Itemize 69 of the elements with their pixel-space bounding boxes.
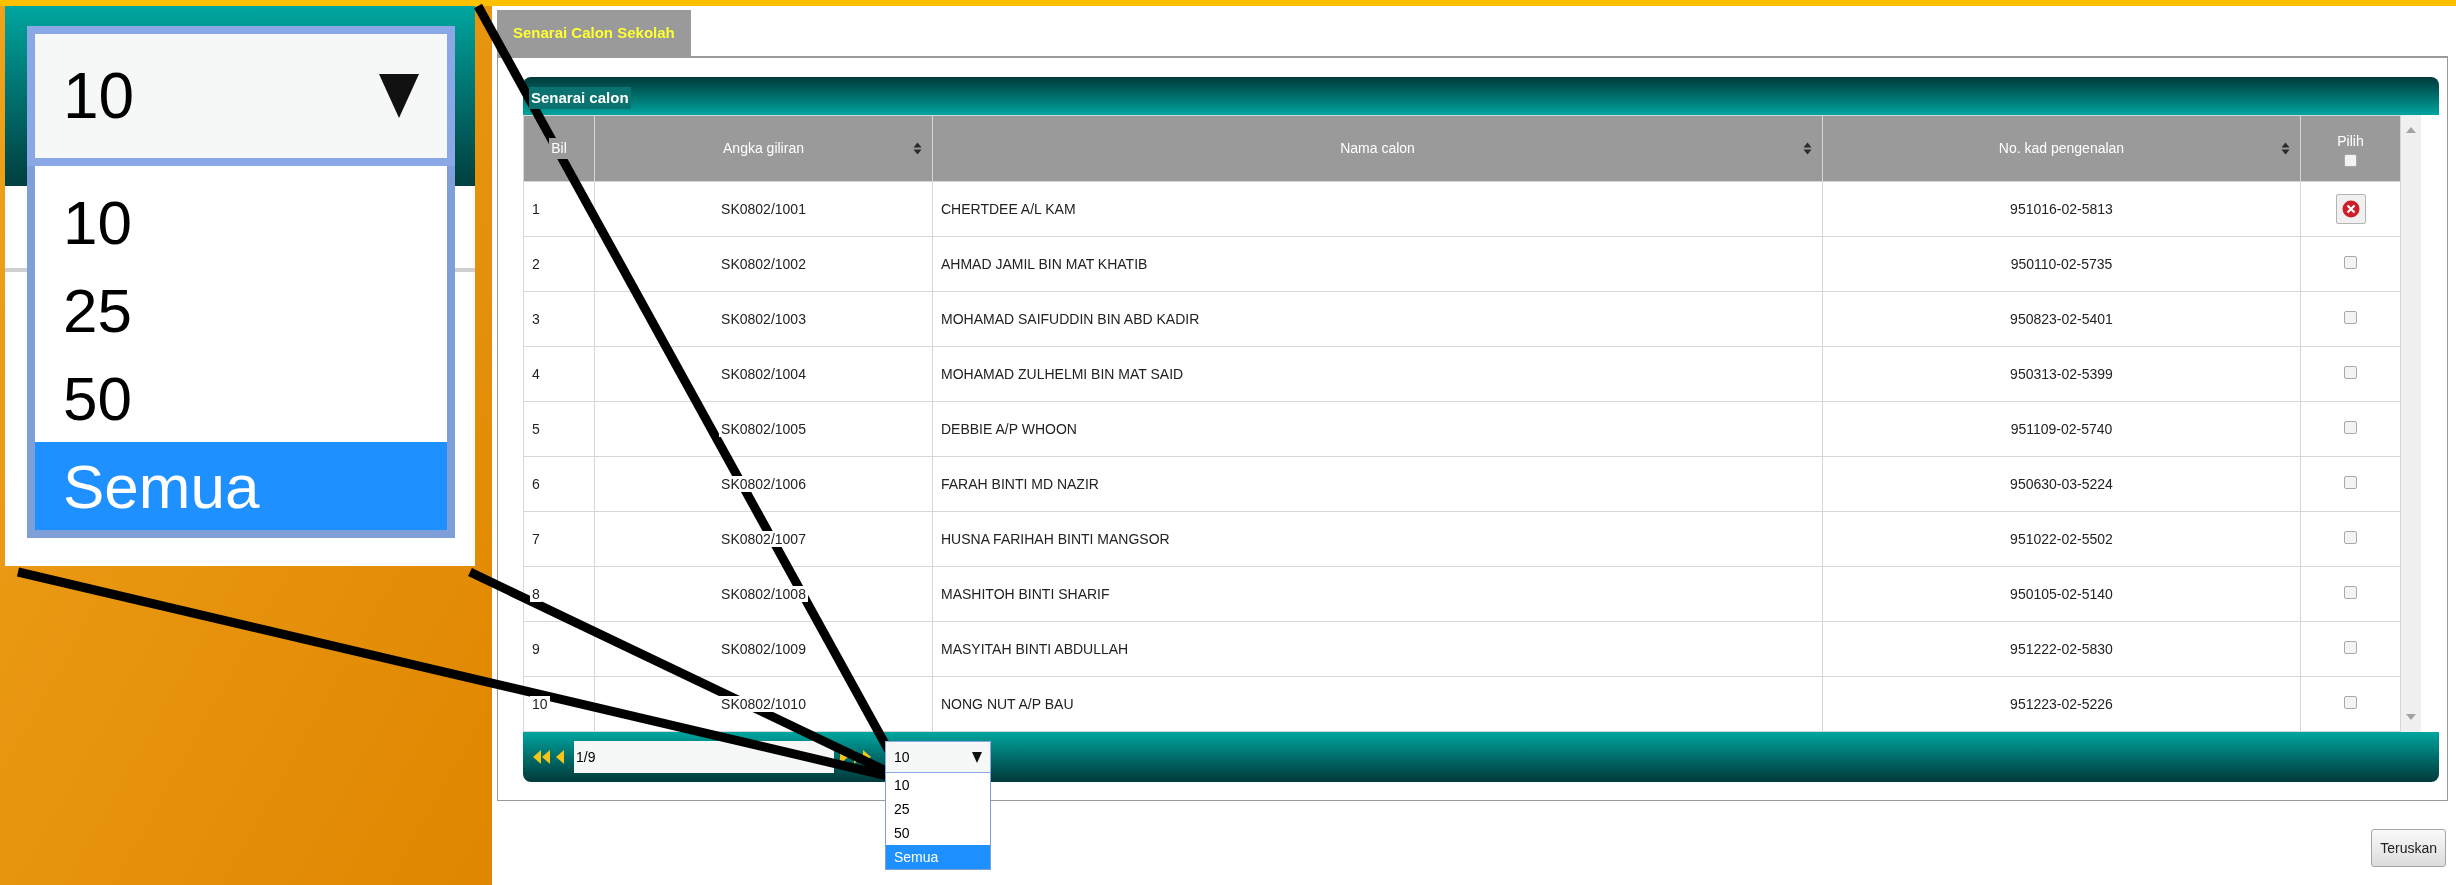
table-cell: SK0802/1002 — [594, 236, 933, 292]
table-cell: 951016-02-5813 — [1822, 181, 2301, 237]
table-cell: 951222-02-5830 — [1822, 621, 2301, 677]
column-label: Nama calon — [1338, 138, 1417, 159]
table-cell: 951022-02-5502 — [1822, 511, 2301, 567]
table-cell: 950823-02-5401 — [1822, 291, 2301, 347]
table-cell: DEBBIE A/P WHOON — [932, 401, 1823, 457]
checkbox[interactable] — [2344, 640, 2357, 654]
table-cell: SK0802/1005 — [594, 401, 933, 457]
table-cell: MOHAMAD SAIFUDDIN BIN ABD KADIR — [932, 291, 1823, 347]
table-cell: SK0802/1003 — [594, 291, 933, 347]
checkbox[interactable] — [2344, 475, 2357, 489]
column-label: No. kad pengenalan — [1996, 138, 2127, 159]
table-cell: SK0802/1006 — [594, 456, 933, 512]
close-icon — [2341, 200, 2360, 218]
table-cell: 10 — [523, 676, 595, 732]
table-cell: MASHITOH BINTI SHARIF — [932, 566, 1823, 622]
table-cell: MOHAMAD ZULHELMI BIN MAT SAID — [932, 346, 1823, 402]
table-cell: 2 — [523, 236, 595, 292]
checkbox[interactable] — [2344, 420, 2357, 434]
table-cell: SK0802/1010 — [594, 676, 933, 732]
table-cell: SK0802/1004 — [594, 346, 933, 402]
table-cell: 950110-02-5735 — [1822, 236, 2301, 292]
table-cell: 1 — [523, 181, 595, 237]
checkbox[interactable] — [2344, 585, 2357, 599]
table-cell: 4 — [523, 346, 595, 402]
checkbox[interactable] — [2344, 310, 2357, 324]
page-size-select[interactable]: 10 — [885, 741, 991, 773]
column-label: Bil — [549, 138, 569, 159]
table-cell: 950313-02-5399 — [1822, 346, 2301, 402]
remove-button[interactable] — [2335, 194, 2366, 224]
caret-icon — [972, 751, 982, 763]
table-cell: CHERTDEE A/L KAM — [932, 181, 1823, 237]
table-cell: AHMAD JAMIL BIN MAT KHATIB — [932, 236, 1823, 292]
checkbox[interactable] — [2344, 153, 2357, 167]
table-cell: 9 — [523, 621, 595, 677]
table-cell: 951109-02-5740 — [1822, 401, 2301, 457]
caret-icon — [379, 74, 419, 118]
table-cell: SK0802/1008 — [594, 566, 933, 622]
table-cell: SK0802/1007 — [594, 511, 933, 567]
table-cell: 7 — [523, 511, 595, 567]
checkbox[interactable] — [2344, 530, 2357, 544]
checkbox[interactable] — [2344, 255, 2357, 269]
table-cell: 5 — [523, 401, 595, 457]
table-cell: SK0802/1009 — [594, 621, 933, 677]
table-cell: 8 — [523, 566, 595, 622]
panel-title: Senarai calon — [529, 86, 631, 109]
first-page-icon[interactable] — [533, 750, 550, 764]
table-cell: MASYITAH BINTI ABDULLAH — [932, 621, 1823, 677]
table-cell: HUSNA FARIHAH BINTI MANGSOR — [932, 511, 1823, 567]
magnified-select[interactable]: 10 — [27, 26, 455, 166]
table-cell: NONG NUT A/P BAU — [932, 676, 1823, 732]
previous-page-icon[interactable] — [556, 750, 564, 764]
last-page-icon[interactable] — [854, 750, 871, 764]
table-cell: 3 — [523, 291, 595, 347]
table-cell: 6 — [523, 456, 595, 512]
checkbox[interactable] — [2344, 365, 2357, 379]
continue-button[interactable]: Teruskan — [2371, 829, 2446, 867]
table-cell: FARAH BINTI MD NAZIR — [932, 456, 1823, 512]
scroll-down-icon[interactable] — [2406, 714, 2416, 720]
column-label: Pilih — [2337, 131, 2364, 151]
checkbox[interactable] — [2344, 695, 2357, 709]
table-cell: 950630-03-5224 — [1822, 456, 2301, 512]
table-cell: 951223-02-5226 — [1822, 676, 2301, 732]
scrollbar[interactable] — [2401, 115, 2421, 732]
column-label: Angka giliran — [721, 138, 806, 159]
scroll-up-icon[interactable] — [2406, 127, 2416, 133]
table-cell: 950105-02-5140 — [1822, 566, 2301, 622]
table-cell: SK0802/1001 — [594, 181, 933, 237]
